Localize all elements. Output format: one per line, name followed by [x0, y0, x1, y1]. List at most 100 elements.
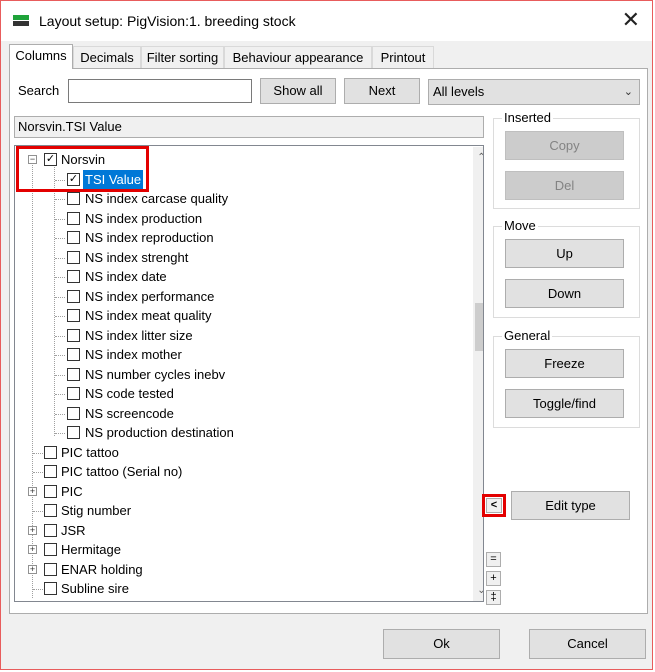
- inserted-group-title: Inserted: [502, 110, 553, 125]
- close-icon[interactable]: ✕: [622, 7, 640, 33]
- tree-label: NS index litter size: [85, 328, 193, 343]
- tree-label: NS index meat quality: [85, 308, 212, 323]
- checkbox[interactable]: [67, 407, 80, 420]
- plus-box-icon[interactable]: +: [28, 545, 37, 554]
- del-button[interactable]: Del: [505, 171, 624, 200]
- search-input[interactable]: [68, 79, 252, 103]
- next-button[interactable]: Next: [344, 78, 420, 104]
- checkbox[interactable]: [67, 290, 80, 303]
- checkbox[interactable]: [67, 426, 80, 439]
- title-bar: Layout setup: PigVision:1. breeding stoc…: [1, 1, 652, 41]
- tab-columns[interactable]: Columns: [9, 44, 73, 69]
- tree-scrollbar[interactable]: ⌃ ⌄: [473, 147, 483, 601]
- checkbox[interactable]: [67, 270, 80, 283]
- tree-node[interactable]: NS index meat quality: [15, 306, 455, 325]
- tree-label: TSI Value: [83, 170, 144, 189]
- expand-one-button[interactable]: +: [486, 571, 501, 586]
- tree-node[interactable]: NS screencode: [15, 404, 455, 423]
- checkbox[interactable]: [44, 582, 57, 595]
- chevron-up-icon[interactable]: ⌃: [473, 149, 483, 166]
- expand-all-button[interactable]: ‡: [486, 590, 501, 605]
- tree-label: NS screencode: [85, 406, 174, 421]
- checkbox[interactable]: [67, 192, 80, 205]
- freeze-button[interactable]: Freeze: [505, 349, 624, 378]
- tree-node-norsvin[interactable]: − ✓ Norsvin: [15, 150, 455, 169]
- checkbox[interactable]: [44, 465, 57, 478]
- cancel-button[interactable]: Cancel: [529, 629, 646, 659]
- chevron-down-icon: ⌄: [623, 86, 633, 98]
- tab-behaviour-appearance[interactable]: Behaviour appearance: [224, 46, 372, 68]
- ok-button[interactable]: Ok: [383, 629, 500, 659]
- search-label: Search: [18, 83, 60, 98]
- tree-node[interactable]: + Hermitage: [15, 540, 455, 559]
- tab-decimals[interactable]: Decimals: [73, 46, 141, 68]
- tree-node[interactable]: PIC tattoo: [15, 443, 455, 462]
- tree-label: NS index performance: [85, 289, 215, 304]
- collapse-all-button[interactable]: =: [486, 552, 501, 567]
- tree-node[interactable]: + ENAR holding: [15, 560, 455, 579]
- checkbox[interactable]: [67, 251, 80, 264]
- tree-node[interactable]: + JSR: [15, 521, 455, 540]
- tree-node[interactable]: NS index production: [15, 209, 455, 228]
- checkbox[interactable]: [67, 231, 80, 244]
- window-title: Layout setup: PigVision:1. breeding stoc…: [39, 13, 296, 29]
- layout-setup-window: Layout setup: PigVision:1. breeding stoc…: [0, 0, 653, 670]
- checkbox-norsvin[interactable]: ✓: [44, 153, 57, 166]
- tree-node[interactable]: NS index date: [15, 267, 455, 286]
- tree-node[interactable]: NS index performance: [15, 287, 455, 306]
- chevron-down-icon[interactable]: ⌄: [473, 582, 483, 599]
- tree-node[interactable]: + PIC: [15, 482, 455, 501]
- tree-node[interactable]: Subline sire: [15, 579, 455, 598]
- tree-node[interactable]: NS index carcase quality: [15, 189, 455, 208]
- checkbox[interactable]: [44, 446, 57, 459]
- checkbox[interactable]: [67, 329, 80, 342]
- checkbox[interactable]: [44, 504, 57, 517]
- tree-label: NS index carcase quality: [85, 191, 229, 206]
- toggle-find-button[interactable]: Toggle/find: [505, 389, 624, 418]
- column-tree[interactable]: − ✓ Norsvin ✓ TSI Value NS index carcase…: [14, 145, 484, 602]
- checkbox[interactable]: [44, 563, 57, 576]
- tree-label: Stig number: [61, 503, 132, 518]
- tree-node[interactable]: NS index reproduction: [15, 228, 455, 247]
- tab-filter-sorting[interactable]: Filter sorting: [141, 46, 224, 68]
- collapse-panel-button[interactable]: <: [486, 498, 502, 513]
- selected-path: Norsvin.TSI Value: [14, 116, 484, 138]
- tree-label: PIC tattoo: [61, 445, 119, 460]
- plus-box-icon[interactable]: +: [28, 526, 37, 535]
- tree-node-tsi-value[interactable]: ✓ TSI Value: [15, 170, 455, 189]
- checkbox[interactable]: [67, 387, 80, 400]
- down-button[interactable]: Down: [505, 279, 624, 308]
- up-button[interactable]: Up: [505, 239, 624, 268]
- edit-type-button[interactable]: Edit type: [511, 491, 630, 520]
- tree-node[interactable]: NS number cycles inebv: [15, 365, 455, 384]
- levels-select[interactable]: All levels ⌄: [428, 79, 640, 105]
- checkbox-tsi-value[interactable]: ✓: [67, 173, 80, 186]
- tree-node[interactable]: NS production destination: [15, 423, 455, 442]
- tree-label: PIC tattoo (Serial no): [61, 464, 183, 479]
- checkbox[interactable]: [44, 524, 57, 537]
- tree-node[interactable]: NS index litter size: [15, 326, 455, 345]
- copy-button[interactable]: Copy: [505, 131, 624, 160]
- checkbox[interactable]: [44, 485, 57, 498]
- checkbox[interactable]: [67, 368, 80, 381]
- tree-label: NS number cycles inebv: [85, 367, 226, 382]
- plus-box-icon[interactable]: +: [28, 565, 37, 574]
- checkbox[interactable]: [44, 543, 57, 556]
- scroll-thumb[interactable]: [475, 303, 483, 351]
- tab-printout[interactable]: Printout: [372, 46, 434, 68]
- minus-box-icon[interactable]: −: [28, 155, 37, 164]
- tree-node[interactable]: Stig number: [15, 501, 455, 520]
- checkbox[interactable]: [67, 309, 80, 322]
- tree-node[interactable]: PIC tattoo (Serial no): [15, 462, 455, 481]
- tree-label: NS index strenght: [85, 250, 189, 265]
- checkbox[interactable]: [67, 212, 80, 225]
- tree-label: NS index reproduction: [85, 230, 214, 245]
- show-all-button[interactable]: Show all: [260, 78, 336, 104]
- tree-node[interactable]: NS code tested: [15, 384, 455, 403]
- plus-box-icon[interactable]: +: [28, 487, 37, 496]
- tree-label: Subline sire: [61, 581, 129, 596]
- checkbox[interactable]: [67, 348, 80, 361]
- tree-node[interactable]: NS index mother: [15, 345, 455, 364]
- move-group-title: Move: [502, 218, 538, 233]
- tree-node[interactable]: NS index strenght: [15, 248, 455, 267]
